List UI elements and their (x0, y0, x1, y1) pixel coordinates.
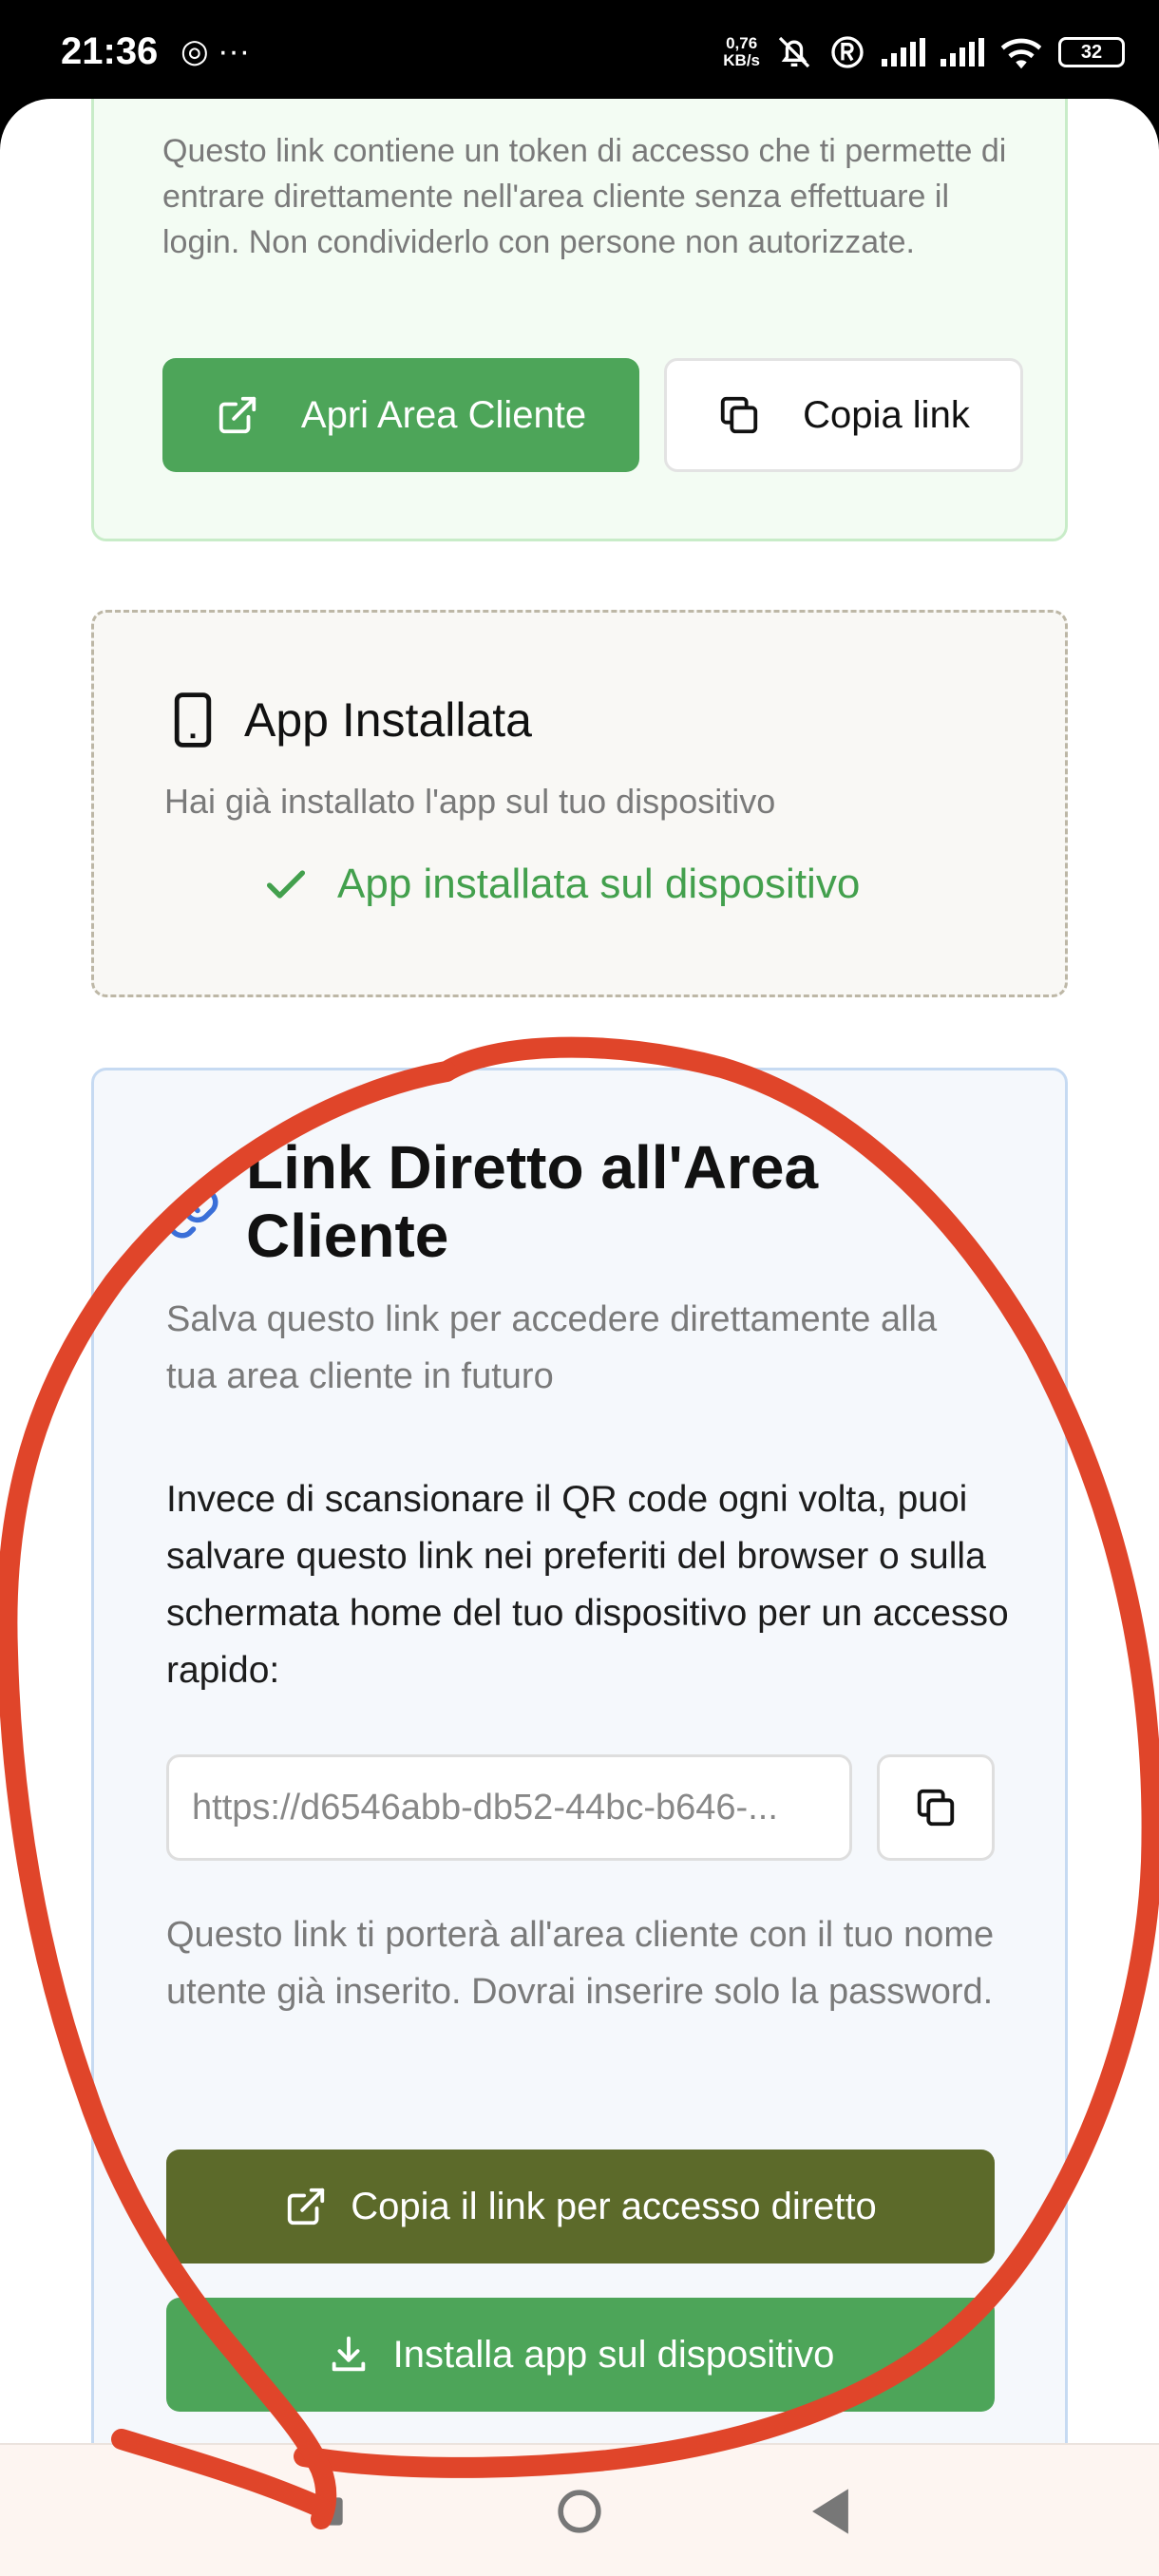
install-app-button[interactable]: Installa app sul dispositivo (166, 2298, 995, 2412)
external-link-icon (218, 396, 256, 434)
status-notification-icons: ◎ ··· (180, 33, 251, 69)
direct-link-card: Link Diretto all'Area Cliente Salva ques… (91, 1068, 1068, 2576)
direct-link-subtitle: Salva questo link per accedere direttame… (166, 1299, 938, 1396)
download-icon (332, 2336, 365, 2372)
copy-direct-access-label: Copia il link per accesso diretto (351, 2185, 877, 2227)
app-installed-status: App installata sul dispositivo (261, 860, 860, 909)
wifi-icon (1000, 38, 1042, 69)
app-installed-heading: App Installata (170, 692, 532, 748)
app-installed-title: App Installata (244, 693, 532, 747)
access-token-description: Questo link contiene un token di accesso… (162, 133, 1007, 260)
external-link-icon (288, 2188, 325, 2226)
app-installed-status-text: App installata sul dispositivo (337, 861, 861, 907)
recents-nav-icon (314, 2497, 343, 2526)
access-token-card: Questo link contiene un token di accesso… (91, 99, 1068, 541)
link-icon (167, 1187, 218, 1239)
status-time: 21:36 (61, 30, 159, 72)
direct-link-instructions: Invece di scansionare il QR code ogni vo… (166, 1479, 1009, 1691)
direct-link-note: Questo link ti porterà all'area cliente … (166, 1915, 995, 2012)
direct-link-title: Link Diretto all'Area Cliente (246, 1133, 819, 1270)
app-installed-subtitle: Hai già installato l'app sul tuo disposi… (164, 782, 776, 821)
recents-nav-button[interactable] (291, 2473, 367, 2549)
browser-screen: Questo link contiene un token di accesso… (0, 99, 1159, 2576)
phone-icon (174, 692, 212, 748)
status-right-icons: 0,76 KB/s 32 (723, 28, 1125, 76)
back-nav-icon (812, 2489, 848, 2534)
direct-link-url-field[interactable]: https://d6546abb-db52-44bc-b646-... (166, 1754, 852, 1861)
copy-icon (917, 1789, 955, 1827)
signal-strength-icon (882, 38, 925, 66)
copy-url-button[interactable] (877, 1754, 995, 1861)
copy-link-label: Copia link (803, 393, 970, 436)
check-icon (266, 870, 306, 899)
back-nav-button[interactable] (792, 2473, 868, 2549)
app-installed-card: App Installata Hai già installato l'app … (91, 610, 1068, 997)
signal-strength-icon-2 (940, 38, 984, 66)
open-client-area-button[interactable]: Apri Area Cliente (162, 358, 639, 472)
registered-icon (831, 36, 864, 68)
bell-off-icon (778, 36, 810, 68)
copy-direct-access-button[interactable]: Copia il link per accesso diretto (166, 2150, 995, 2263)
battery-icon: 32 (1058, 37, 1125, 67)
copy-link-button[interactable]: Copia link (664, 358, 1023, 472)
copy-icon (721, 396, 758, 434)
status-bar: 21:36 ◎ ··· 0,76 KB/s 32 (0, 0, 1159, 104)
home-nav-button[interactable] (542, 2473, 618, 2549)
open-client-area-label: Apri Area Cliente (300, 393, 587, 436)
system-navigation-bar (0, 2443, 1159, 2576)
network-speed: 0,76 KB/s (723, 34, 760, 69)
install-app-label: Installa app sul dispositivo (392, 2333, 835, 2376)
home-nav-icon (558, 2490, 601, 2533)
